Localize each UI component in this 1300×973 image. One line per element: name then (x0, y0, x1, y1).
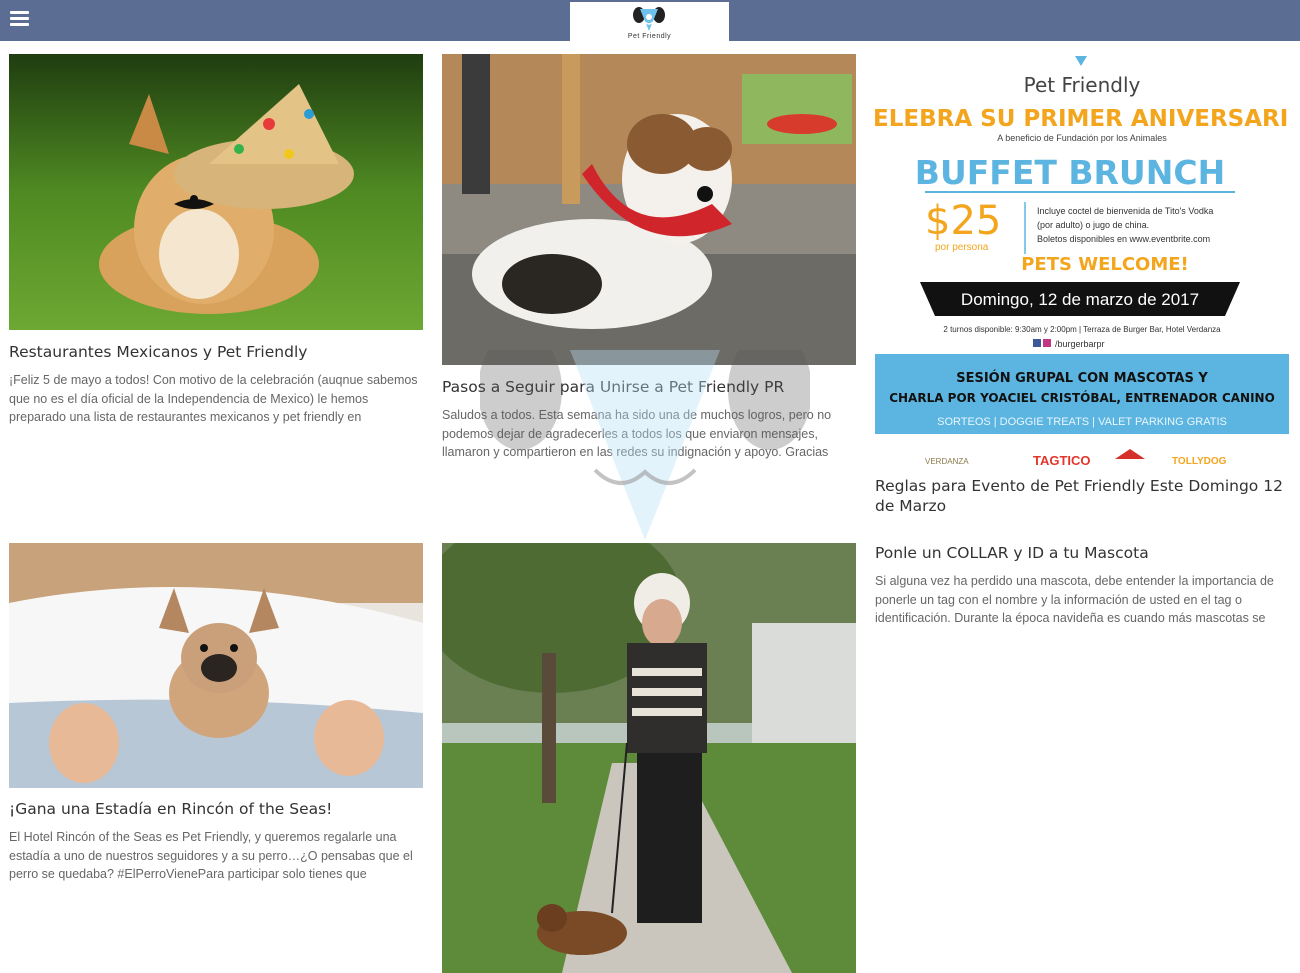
dog-logo-icon (633, 7, 665, 31)
site-logo[interactable]: Pet Friendly (570, 2, 729, 43)
sponsor-logo: TAGTICO (1033, 453, 1091, 468)
poster-session-line: CHARLA POR YOACIEL CRISTÓBAL, ENTRENADOR… (889, 390, 1275, 405)
sponsor-logo: TOLLYDOG (1172, 456, 1227, 467)
poster-brand: Pet Friendly (1024, 73, 1141, 97)
post-thumbnail-woman-with-dog[interactable] (442, 543, 856, 973)
post-excerpt: El Hotel Rincón of the Seas es Pet Frien… (9, 830, 413, 881)
post-title[interactable]: Restaurantes Mexicanos y Pet Friendly (9, 342, 423, 362)
poster-headline: CELEBRA SU PRIMER ANIVERSARIO (875, 106, 1289, 132)
post-thumbnail-bulldog[interactable] (9, 543, 423, 788)
poster-detail: Incluye coctel de bienvenida de Tito's V… (1037, 206, 1213, 216)
post-thumbnail-terrier[interactable] (442, 54, 856, 365)
post-thumbnail-corgi[interactable] (9, 54, 423, 330)
post-title[interactable]: Ponle un COLLAR y ID a tu Mascota (875, 543, 1289, 563)
logo-text: Pet Friendly (627, 33, 672, 40)
post-title[interactable]: Reglas para Evento de Pet Friendly Este … (875, 476, 1289, 516)
post-excerpt: ¡Feliz 5 de mayo a todos! Con motivo de … (9, 373, 418, 424)
poster-session-line: SESIÓN GRUPAL CON MASCOTAS Y (956, 370, 1208, 386)
poster-detail: (por adulto) o jugo de china. (1037, 220, 1149, 230)
poster-subheadline: A beneficio de Fundación por los Animale… (997, 133, 1167, 143)
post-excerpt: Si alguna vez ha perdido una mascota, de… (875, 574, 1274, 625)
poster-pets-welcome: PETS WELCOME! (1021, 254, 1189, 275)
hamburger-menu-icon[interactable] (10, 11, 29, 27)
poster-social: /burgerbarpr (1055, 339, 1105, 349)
post-title[interactable]: Pasos a Seguir para Unirse a Pet Friendl… (442, 377, 856, 397)
event-poster: Pet Friendly CELEBRA SU PRIMER ANIVERSAR… (875, 56, 1289, 468)
sponsor-logo: VERDANZA (925, 457, 969, 466)
poster-session-line: SORTEOS | DOGGIE TREATS | VALET PARKING … (937, 416, 1227, 428)
poster-event: BUFFET BRUNCH (915, 153, 1225, 192)
poster-date: Domingo, 12 de marzo de 2017 (961, 290, 1199, 309)
post-title[interactable]: ¡Gana una Estadía en Rincón of the Seas! (9, 799, 423, 819)
post-excerpt: Saludos a todos. Esta semana ha sido una… (442, 408, 832, 459)
poster-price-note: por persona (935, 242, 989, 253)
poster-price: $25 (925, 198, 1001, 244)
poster-detail: Boletos disponibles en www.eventbrite.co… (1037, 234, 1210, 244)
post-thumbnail-event-poster[interactable]: Pet Friendly CELEBRA SU PRIMER ANIVERSAR… (875, 54, 1289, 468)
poster-schedule: 2 turnos disponible: 9:30am y 2:00pm | T… (943, 325, 1221, 334)
